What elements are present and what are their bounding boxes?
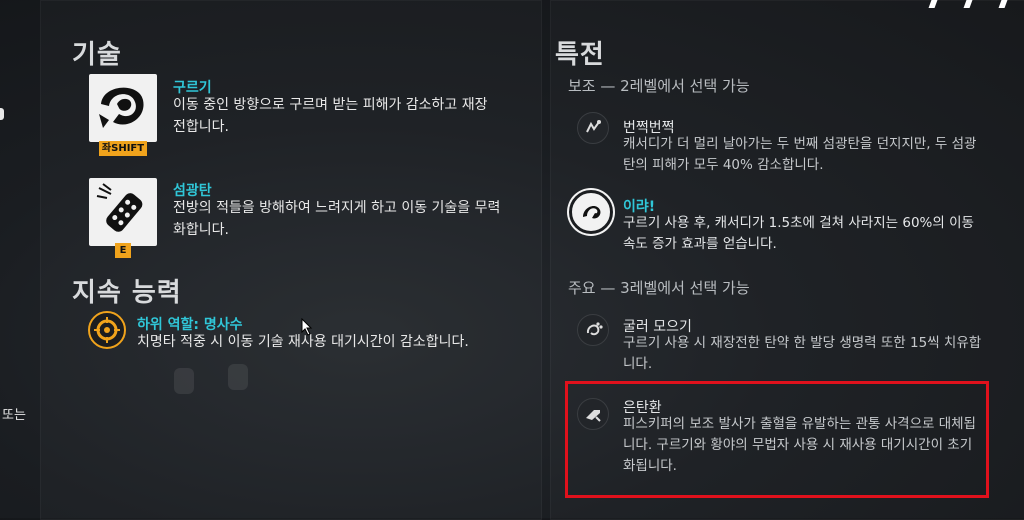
flashbang-desc: 전방의 적들을 방해하여 느려지게 하고 이동 기술을 무력화합니다. [173,200,501,238]
passive-desc: 치명타 적중 시 이동 기술 재사용 대기시간이 감소합니다. [137,334,469,350]
edge-text: 또는 [2,408,26,423]
roll-keybind: 좌SHIFT [99,141,147,156]
quick-roll-perk-icon[interactable] [577,314,609,346]
sharpshooter-icon [88,311,126,349]
major-perks-header: 주요 — 3레벨에서 선택 가능 [568,279,750,297]
flashbang-keybind: E [115,243,131,258]
mouse-cursor [301,317,313,340]
minor-perks-header: 보조 — 2레벨에서 선택 가능 [568,77,750,95]
minor-perk-1-desc: 캐서디가 더 멀리 날아가는 두 번째 섬광탄을 던지지만, 두 섬광탄의 피해… [623,136,977,173]
left-edge-dot [0,108,4,120]
highlight-box [565,381,989,498]
faded-icon-1 [174,368,194,394]
major-perk-1-desc: 구르기 사용 시 재장전한 탄약 한 발당 생명력 또한 15씩 치유합니다. [623,335,982,372]
top-right-marks [920,0,1020,10]
faded-icon-2 [228,364,248,390]
roll-icon [89,74,157,142]
giddy-up-perk-icon[interactable] [569,190,613,234]
flashbang-icon [89,178,157,246]
minor-perk-2-desc: 구르기 사용 후, 캐서디가 1.5초에 걸쳐 사라지는 60%의 이동 속도 … [623,215,974,252]
perks-title: 특전 [555,40,605,70]
flash-perk-icon[interactable] [577,112,609,144]
skills-title: 기술 [72,40,122,70]
passive-title: 지속 능력 [72,278,182,308]
roll-desc: 이동 중인 방향으로 구르며 받는 피해가 감소하고 재장전합니다. [173,97,488,135]
